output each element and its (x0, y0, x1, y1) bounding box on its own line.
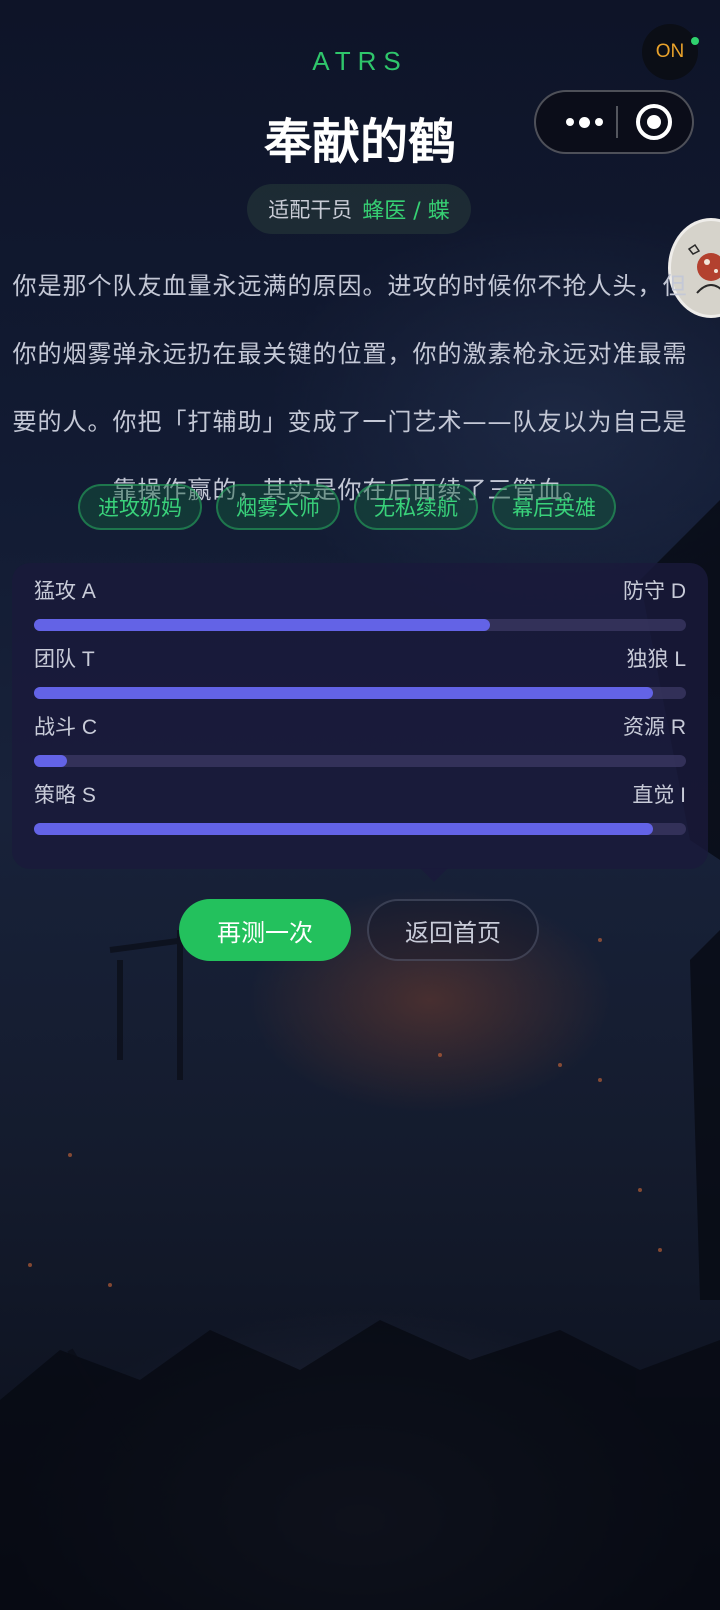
dimension-left-label: 战斗 C (34, 716, 97, 739)
dimension-track (34, 687, 686, 699)
page-title: 奉献的鹤 (263, 114, 456, 170)
dimension-row: 策略 S 直觉 I (34, 779, 686, 835)
fit-operator-value: 蜂医 / 蝶 (362, 199, 450, 224)
fit-operator-badge: 适配干员 蜂医 / 蝶 (247, 184, 471, 234)
dimension-left-label: 猛攻 A (34, 580, 96, 603)
dimension-row: 团队 T 独狼 L (34, 643, 686, 699)
dimension-row: 战斗 C 资源 R (34, 711, 686, 767)
back-home-button[interactable]: 返回首页 (367, 899, 539, 961)
dimension-track (34, 755, 686, 767)
dimension-row: 猛攻 A 防守 D (34, 575, 686, 631)
dimension-right-label: 直觉 I (632, 784, 686, 807)
dimension-fill (34, 755, 67, 767)
trait-tag[interactable]: 幕后英雄 (492, 484, 616, 530)
trait-tags: 进攻奶妈 烟雾大师 无私续航 幕后英雄 (78, 484, 616, 530)
dimension-panel: 猛攻 A 防守 D 团队 T 独狼 L 战斗 C 资源 R 策略 S 直觉 I (12, 563, 708, 869)
trait-tag[interactable]: 烟雾大师 (216, 484, 340, 530)
dimension-track (34, 619, 686, 631)
dimension-fill (34, 619, 491, 631)
retry-button[interactable]: 再测一次 (179, 899, 351, 961)
dimension-fill (34, 823, 654, 835)
dimension-right-label: 防守 D (623, 580, 686, 603)
dimension-left-label: 团队 T (34, 648, 95, 671)
trait-tag[interactable]: 无私续航 (354, 484, 478, 530)
dimension-right-label: 独狼 L (626, 648, 686, 671)
panel-pointer (420, 868, 448, 882)
trait-tag[interactable]: 进攻奶妈 (78, 484, 202, 530)
dimension-fill (34, 687, 654, 699)
dimension-track (34, 823, 686, 835)
dimension-right-label: 资源 R (623, 716, 686, 739)
brand-label: ATRS (312, 46, 408, 76)
online-dot-icon (691, 37, 699, 45)
fit-operator-label: 适配干员 (268, 198, 353, 222)
dimension-left-label: 策略 S (34, 784, 96, 807)
